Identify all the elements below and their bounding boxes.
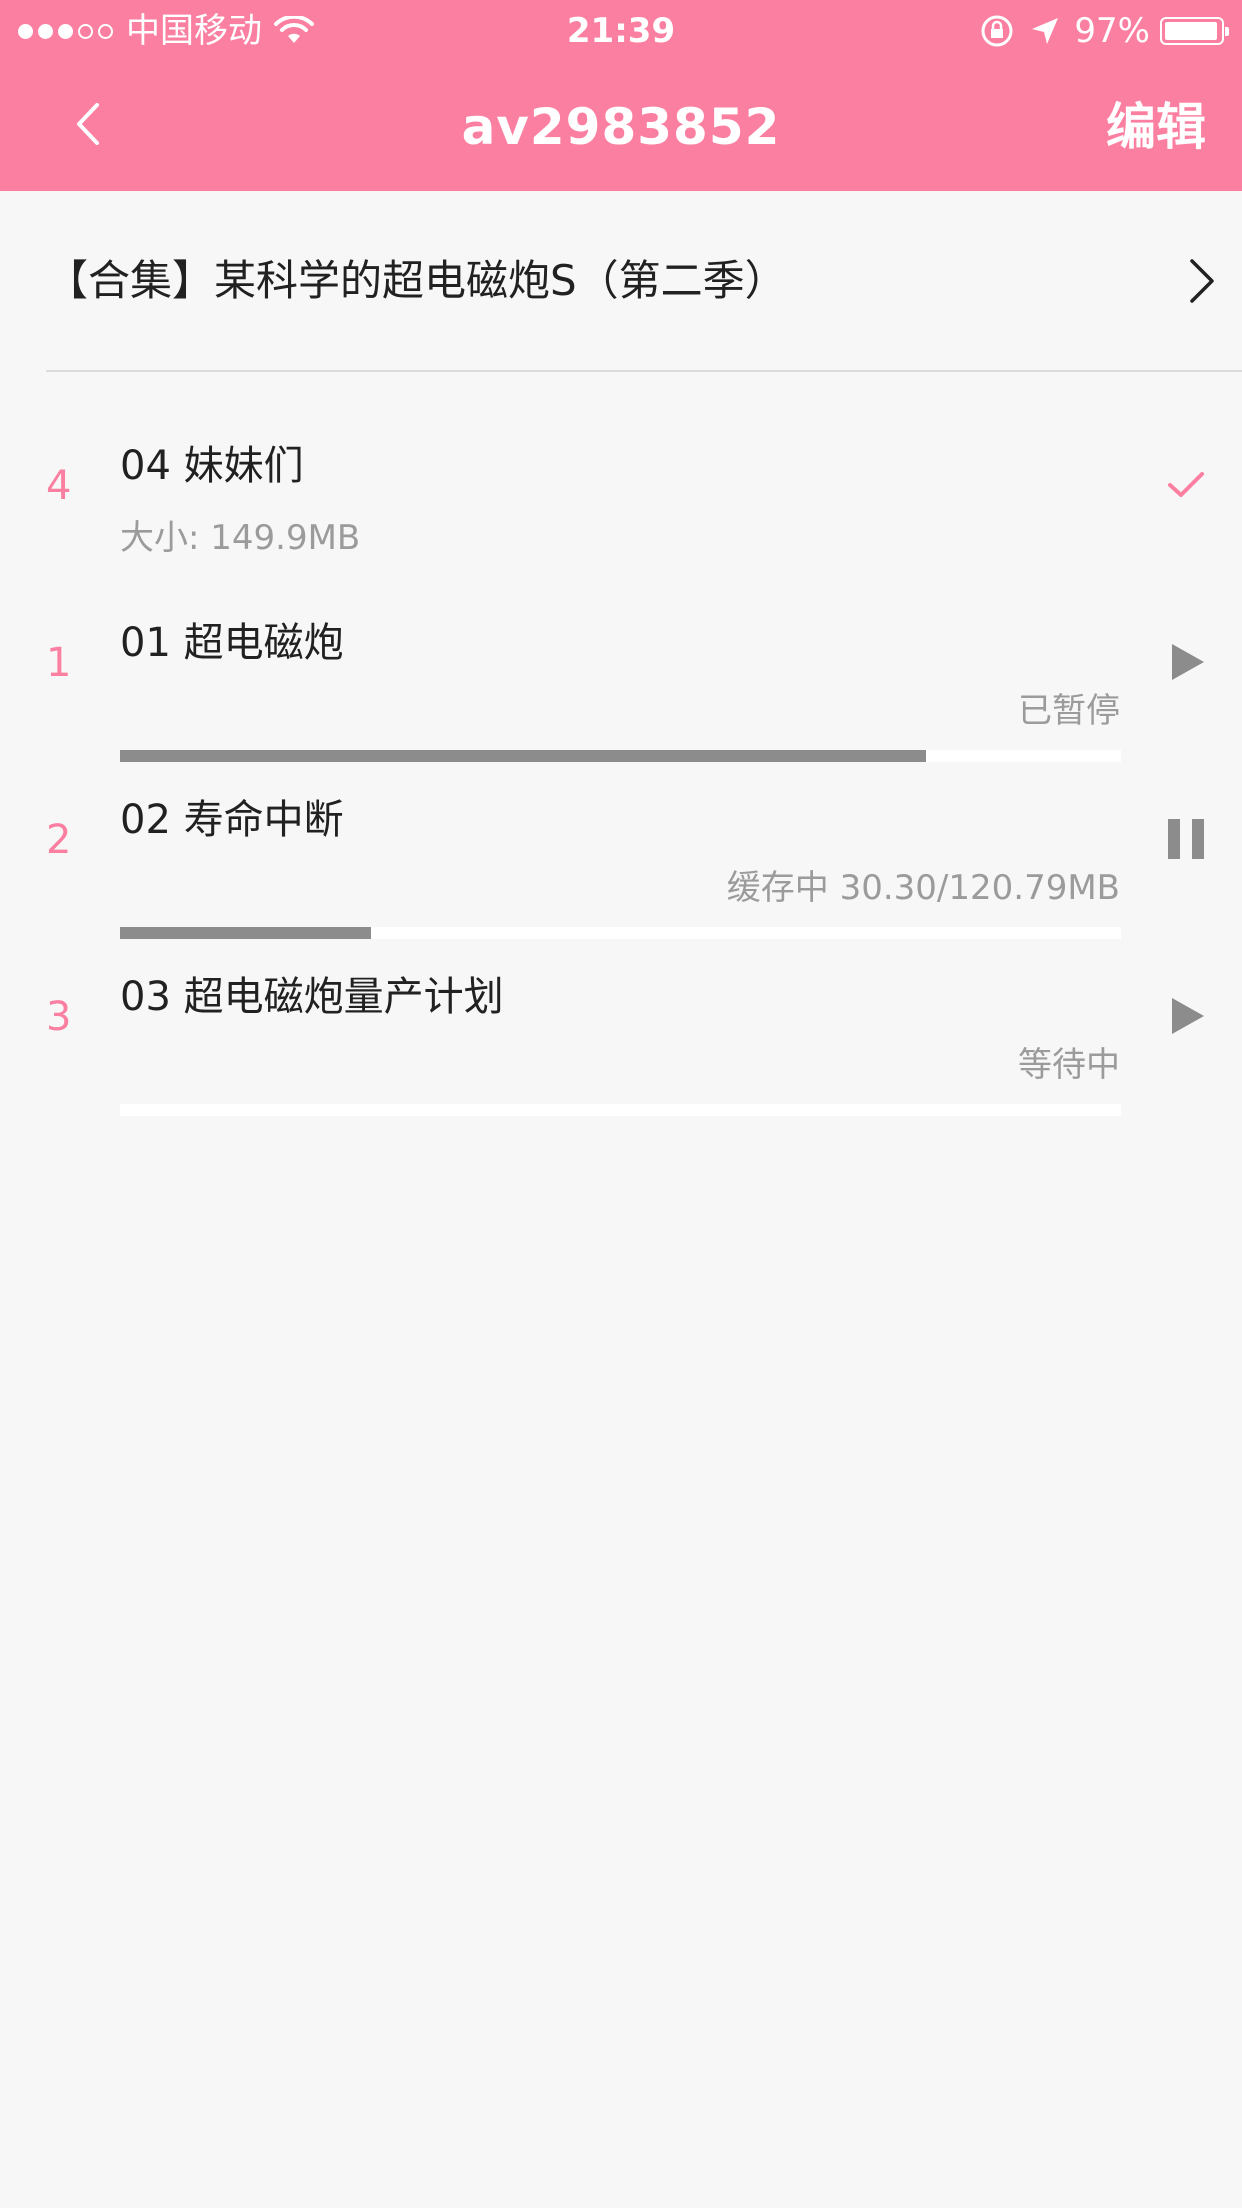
- battery-fill: [1165, 22, 1218, 40]
- item-action-button[interactable]: [1156, 455, 1216, 515]
- item-status: 已暂停: [1018, 691, 1120, 731]
- download-item[interactable]: 3 03 超电磁炮量产计划 等待中: [0, 946, 1242, 1123]
- item-action-button[interactable]: [1156, 986, 1216, 1046]
- download-item[interactable]: 4 04 妹妹们 大小: 149.9MB: [0, 415, 1242, 592]
- download-item[interactable]: 1 01 超电磁炮 已暂停: [0, 592, 1242, 769]
- status-bar: 中国移动 21:39 97%: [0, 0, 1242, 60]
- item-status: 等待中: [1018, 1045, 1120, 1085]
- progress-fill: [120, 750, 926, 762]
- progress-bar: [120, 927, 1121, 939]
- orientation-lock-icon: [981, 15, 1013, 47]
- item-action-button[interactable]: [1156, 632, 1216, 692]
- item-action-button[interactable]: [1156, 809, 1216, 869]
- play-icon: [1172, 998, 1204, 1034]
- battery-icon: [1160, 17, 1229, 45]
- item-title: 03 超电磁炮量产计划: [120, 974, 504, 1020]
- item-title: 02 寿命中断: [120, 797, 344, 843]
- item-title: 01 超电磁炮: [120, 620, 344, 666]
- item-title: 04 妹妹们: [120, 443, 304, 489]
- app-header: 中国移动 21:39 97% av2983852 编辑: [0, 0, 1242, 191]
- page-title: av2983852: [461, 98, 781, 156]
- chevron-right-icon: [1190, 259, 1214, 303]
- download-item[interactable]: 2 02 寿命中断 缓存中 30.30/120.79MB: [0, 769, 1242, 946]
- item-index: 3: [46, 994, 72, 1040]
- edit-button[interactable]: 编辑: [1106, 92, 1206, 162]
- progress-bar: [120, 1104, 1121, 1116]
- progress-fill: [120, 927, 372, 939]
- collection-row[interactable]: 【合集】某科学的超电磁炮S（第二季）: [0, 191, 1242, 371]
- pause-icon: [1168, 819, 1204, 859]
- item-status: 缓存中 30.30/120.79MB: [726, 868, 1120, 908]
- collection-title: 【合集】某科学的超电磁炮S（第二季）: [46, 256, 787, 305]
- item-index: 1: [46, 640, 72, 686]
- status-right: 97%: [980, 9, 1229, 53]
- checkmark-icon: [1168, 472, 1204, 497]
- location-arrow-icon: [1032, 18, 1059, 44]
- progress-bar: [120, 750, 1121, 762]
- play-icon: [1172, 644, 1204, 680]
- item-index: 4: [46, 463, 72, 509]
- divider: [46, 370, 1242, 372]
- item-index: 2: [46, 817, 72, 863]
- item-size: 大小: 149.9MB: [120, 518, 361, 558]
- battery-percent: 97%: [1074, 11, 1150, 51]
